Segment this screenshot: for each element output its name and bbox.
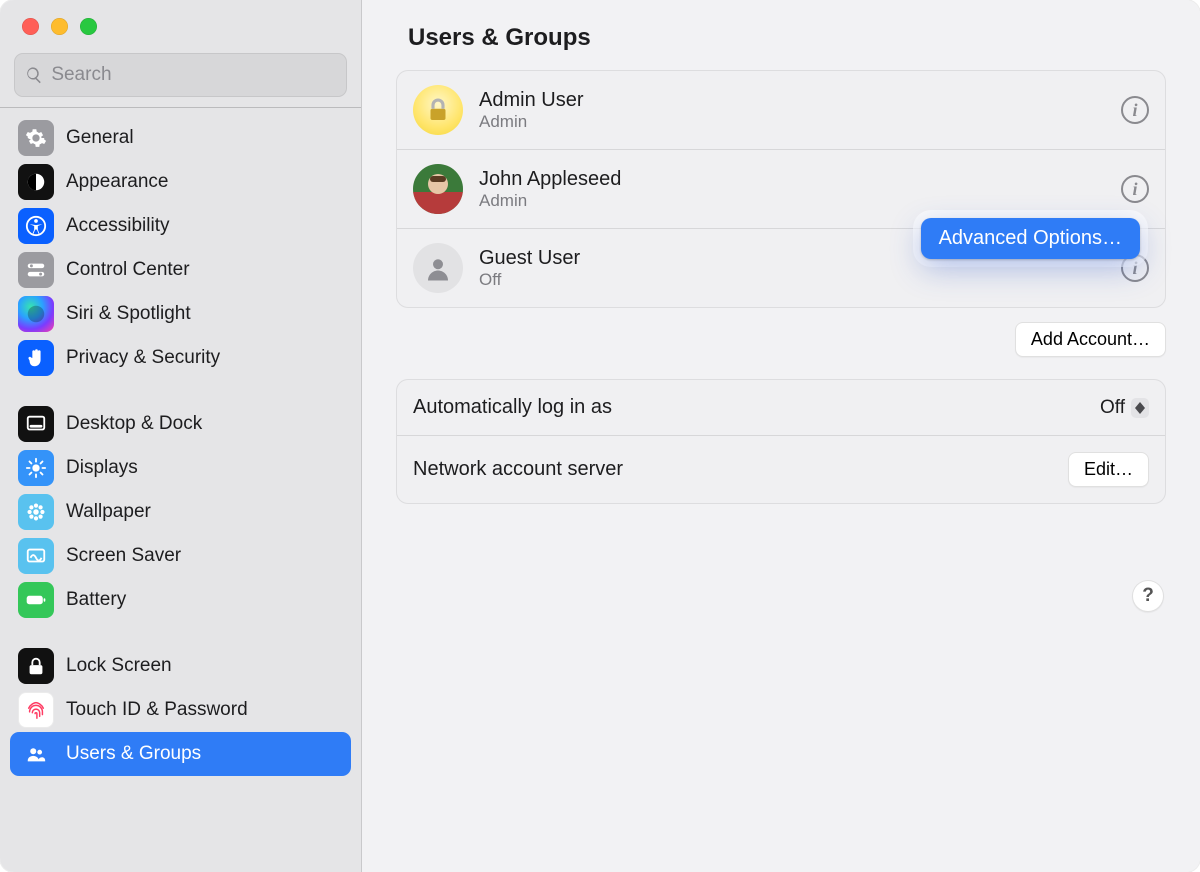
sidebar-item-label: Privacy & Security	[66, 347, 343, 369]
window-controls	[0, 0, 361, 43]
settings-window: General Appearance Accessibility Control Ce…	[0, 0, 1200, 872]
users-icon	[18, 736, 54, 772]
sidebar-item-control-center[interactable]: Control Center	[10, 248, 351, 292]
user-name: Guest User	[479, 247, 580, 270]
user-role: Off	[479, 270, 580, 290]
main-pane: Users & Groups Admin UserAdminiJohn Appl…	[362, 0, 1200, 872]
network-edit-button[interactable]: Edit…	[1068, 452, 1149, 487]
sidebar-item-label: Touch ID & Password	[66, 699, 343, 721]
sidebar-item-label: General	[66, 127, 343, 149]
search-field[interactable]	[14, 53, 347, 97]
user-row[interactable]: John AppleseedAdmin i	[397, 149, 1165, 228]
network-server-label: Network account server	[413, 458, 623, 481]
add-account-button[interactable]: Add Account…	[1015, 322, 1166, 357]
zoom-window-button[interactable]	[80, 18, 97, 35]
sidebar-nav: General Appearance Accessibility Control Ce…	[0, 108, 361, 784]
user-name: John Appleseed	[479, 168, 621, 191]
chevron-up-down-icon	[1131, 398, 1149, 418]
auto-login-label: Automatically log in as	[413, 396, 612, 419]
sidebar-item-label: Screen Saver	[66, 545, 343, 567]
sidebar-item-general[interactable]: General	[10, 116, 351, 160]
battery-icon	[18, 582, 54, 618]
sidebar-item-label: Control Center	[66, 259, 343, 281]
sidebar-item-label: Lock Screen	[66, 655, 343, 677]
dock-icon	[18, 406, 54, 442]
sidebar-item-label: Users & Groups	[66, 743, 343, 765]
sun-icon	[18, 450, 54, 486]
info-button[interactable]: i	[1121, 96, 1149, 124]
close-window-button[interactable]	[22, 18, 39, 35]
minimize-window-button[interactable]	[51, 18, 68, 35]
sidebar: General Appearance Accessibility Control Ce…	[0, 0, 362, 872]
switches-icon	[18, 252, 54, 288]
help-button[interactable]: ?	[1132, 580, 1164, 612]
avatar	[413, 164, 463, 214]
appearance-icon	[18, 164, 54, 200]
flower-icon	[18, 494, 54, 530]
accessibility-icon	[18, 208, 54, 244]
avatar	[413, 85, 463, 135]
sidebar-item-accessibility[interactable]: Accessibility	[10, 204, 351, 248]
user-name: Admin User	[479, 89, 583, 112]
sidebar-item-displays[interactable]: Displays	[10, 446, 351, 490]
login-settings-card: Automatically log in as Off Network acco…	[396, 379, 1166, 504]
sidebar-item-touchid[interactable]: Touch ID & Password	[10, 688, 351, 732]
search-input[interactable]	[51, 64, 336, 86]
user-role: Admin	[479, 191, 621, 211]
lock-icon	[18, 648, 54, 684]
sidebar-item-siri[interactable]: Siri & Spotlight	[10, 292, 351, 336]
auto-login-value: Off	[1100, 397, 1125, 419]
hand-icon	[18, 340, 54, 376]
sidebar-item-wallpaper[interactable]: Wallpaper	[10, 490, 351, 534]
sidebar-item-battery[interactable]: Battery	[10, 578, 351, 622]
context-menu-item-advanced-options[interactable]: Advanced Options…	[921, 218, 1140, 259]
sidebar-item-appearance[interactable]: Appearance	[10, 160, 351, 204]
sidebar-item-label: Wallpaper	[66, 501, 343, 523]
avatar	[413, 243, 463, 293]
auto-login-select[interactable]: Off	[1100, 397, 1149, 419]
user-row[interactable]: Admin UserAdmin i	[397, 71, 1165, 149]
sidebar-item-label: Desktop & Dock	[66, 413, 343, 435]
sidebar-item-label: Appearance	[66, 171, 343, 193]
advanced-options-label: Advanced Options…	[939, 227, 1122, 249]
users-list-card: Admin UserAdminiJohn AppleseedAdminiGues…	[396, 70, 1166, 308]
sidebar-item-label: Accessibility	[66, 215, 343, 237]
gear-icon	[18, 120, 54, 156]
sidebar-item-label: Siri & Spotlight	[66, 303, 343, 325]
fingerprint-icon	[18, 692, 54, 728]
info-button[interactable]: i	[1121, 175, 1149, 203]
sidebar-item-screensaver[interactable]: Screen Saver	[10, 534, 351, 578]
sidebar-item-users[interactable]: Users & Groups	[10, 732, 351, 776]
siri-icon	[18, 296, 54, 332]
sidebar-item-privacy[interactable]: Privacy & Security	[10, 336, 351, 380]
sidebar-item-lock[interactable]: Lock Screen	[10, 644, 351, 688]
sidebar-item-label: Battery	[66, 589, 343, 611]
sidebar-item-desktop[interactable]: Desktop & Dock	[10, 402, 351, 446]
screensaver-icon	[18, 538, 54, 574]
search-icon	[25, 65, 43, 85]
sidebar-item-label: Displays	[66, 457, 343, 479]
page-title: Users & Groups	[362, 0, 1200, 70]
user-role: Admin	[479, 112, 583, 132]
